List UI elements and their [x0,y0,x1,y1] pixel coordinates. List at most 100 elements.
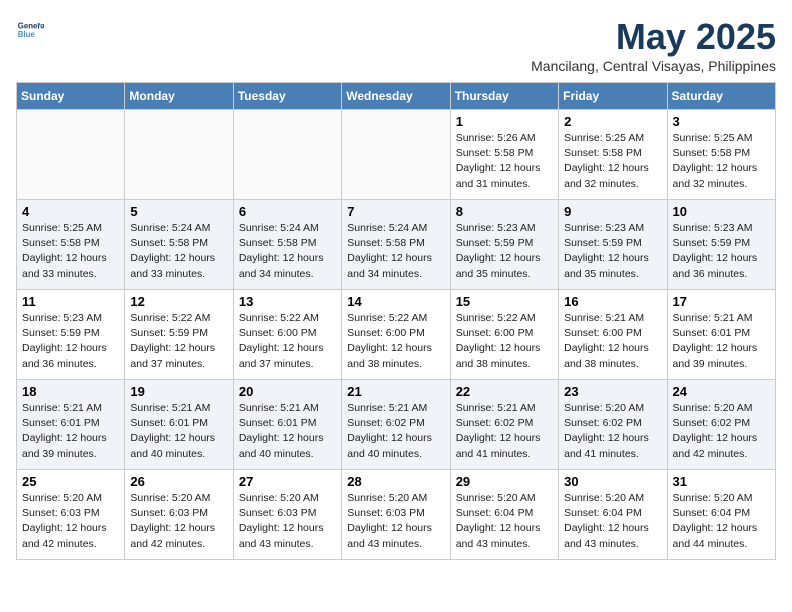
day-info: Sunrise: 5:22 AM Sunset: 6:00 PM Dayligh… [456,311,553,372]
day-number: 28 [347,474,444,489]
calendar-cell: 21 Sunrise: 5:21 AM Sunset: 6:02 PM Dayli… [342,380,450,470]
calendar-cell: 23Sunrise: 5:20 AM Sunset: 6:02 PM Dayli… [559,380,667,470]
calendar-cell: 8Sunrise: 5:23 AM Sunset: 5:59 PM Daylig… [450,200,558,290]
day-info: Sunrise: 5:20 AM Sunset: 6:02 PM Dayligh… [564,401,661,462]
calendar-cell: 28 Sunrise: 5:20 AM Sunset: 6:03 PM Dayli… [342,470,450,560]
day-info: Sunrise: 5:23 AM Sunset: 5:59 PM Dayligh… [564,221,661,282]
day-number: 5 [130,204,227,219]
day-number: 15 [456,294,553,309]
header-saturday: Saturday [667,83,775,110]
day-info: Sunrise: 5:20 AM Sunset: 6:03 PM Dayligh… [22,491,119,552]
day-info: Sunrise: 5:25 AM Sunset: 5:58 PM Dayligh… [22,221,119,282]
day-number: 26 [130,474,227,489]
day-info: Sunrise: 5:23 AM Sunset: 5:59 PM Dayligh… [22,311,119,372]
day-info: Sunrise: 5:20 AM Sunset: 6:04 PM Dayligh… [673,491,770,552]
day-number: 27 [239,474,336,489]
calendar-cell: 29Sunrise: 5:20 AM Sunset: 6:04 PM Dayli… [450,470,558,560]
day-number: 22 [456,384,553,399]
calendar-cell: 6 Sunrise: 5:24 AM Sunset: 5:58 PM Daylig… [233,200,341,290]
day-number: 30 [564,474,661,489]
day-number: 9 [564,204,661,219]
day-info: Sunrise: 5:20 AM Sunset: 6:04 PM Dayligh… [564,491,661,552]
subtitle: Mancilang, Central Visayas, Philippines [531,58,776,74]
calendar-week-4: 18 Sunrise: 5:21 AM Sunset: 6:01 PM Dayli… [17,380,776,470]
day-info: Sunrise: 5:23 AM Sunset: 5:59 PM Dayligh… [673,221,770,282]
day-number: 4 [22,204,119,219]
svg-text:Blue: Blue [18,30,36,39]
day-info: Sunrise: 5:21 AM Sunset: 6:02 PM Dayligh… [347,401,444,462]
calendar-cell: 1 Sunrise: 5:26 AM Sunset: 5:58 PM Daylig… [450,110,558,200]
header-sunday: Sunday [17,83,125,110]
day-info: Sunrise: 5:22 AM Sunset: 5:59 PM Dayligh… [130,311,227,372]
day-number: 14 [347,294,444,309]
day-number: 16 [564,294,661,309]
day-info: Sunrise: 5:20 AM Sunset: 6:02 PM Dayligh… [673,401,770,462]
day-info: Sunrise: 5:24 AM Sunset: 5:58 PM Dayligh… [239,221,336,282]
calendar-cell: 24 Sunrise: 5:20 AM Sunset: 6:02 PM Dayli… [667,380,775,470]
day-info: Sunrise: 5:21 AM Sunset: 6:01 PM Dayligh… [239,401,336,462]
day-info: Sunrise: 5:20 AM Sunset: 6:03 PM Dayligh… [347,491,444,552]
month-title: May 2025 [531,16,776,58]
day-info: Sunrise: 5:25 AM Sunset: 5:58 PM Dayligh… [673,131,770,192]
calendar-cell: 15 Sunrise: 5:22 AM Sunset: 6:00 PM Dayli… [450,290,558,380]
calendar-week-2: 4 Sunrise: 5:25 AM Sunset: 5:58 PM Daylig… [17,200,776,290]
calendar-cell: 2 Sunrise: 5:25 AM Sunset: 5:58 PM Daylig… [559,110,667,200]
calendar-cell [342,110,450,200]
day-number: 13 [239,294,336,309]
calendar-cell: 16 Sunrise: 5:21 AM Sunset: 6:00 PM Dayli… [559,290,667,380]
calendar-cell: 10Sunrise: 5:23 AM Sunset: 5:59 PM Dayli… [667,200,775,290]
day-number: 2 [564,114,661,129]
calendar-cell: 9 Sunrise: 5:23 AM Sunset: 5:59 PM Daylig… [559,200,667,290]
day-info: Sunrise: 5:21 AM Sunset: 6:01 PM Dayligh… [673,311,770,372]
header-friday: Friday [559,83,667,110]
day-number: 1 [456,114,553,129]
day-info: Sunrise: 5:22 AM Sunset: 6:00 PM Dayligh… [239,311,336,372]
calendar-cell: 25 Sunrise: 5:20 AM Sunset: 6:03 PM Dayli… [17,470,125,560]
title-area: May 2025 Mancilang, Central Visayas, Phi… [531,16,776,74]
day-info: Sunrise: 5:25 AM Sunset: 5:58 PM Dayligh… [564,131,661,192]
calendar-cell: 18 Sunrise: 5:21 AM Sunset: 6:01 PM Dayli… [17,380,125,470]
calendar-week-1: 1 Sunrise: 5:26 AM Sunset: 5:58 PM Daylig… [17,110,776,200]
day-info: Sunrise: 5:20 AM Sunset: 6:03 PM Dayligh… [130,491,227,552]
calendar-cell: 14 Sunrise: 5:22 AM Sunset: 6:00 PM Dayli… [342,290,450,380]
header-monday: Monday [125,83,233,110]
day-info: Sunrise: 5:21 AM Sunset: 6:02 PM Dayligh… [456,401,553,462]
logo-icon: General Blue [16,16,44,44]
calendar-table: Sunday Monday Tuesday Wednesday Thursday… [16,82,776,560]
day-info: Sunrise: 5:21 AM Sunset: 6:00 PM Dayligh… [564,311,661,372]
calendar-cell [233,110,341,200]
calendar-cell: 4 Sunrise: 5:25 AM Sunset: 5:58 PM Daylig… [17,200,125,290]
day-number: 31 [673,474,770,489]
day-number: 24 [673,384,770,399]
day-number: 18 [22,384,119,399]
day-info: Sunrise: 5:26 AM Sunset: 5:58 PM Dayligh… [456,131,553,192]
day-number: 12 [130,294,227,309]
day-number: 19 [130,384,227,399]
logo: General Blue [16,16,44,44]
calendar-cell: 30 Sunrise: 5:20 AM Sunset: 6:04 PM Dayli… [559,470,667,560]
day-info: Sunrise: 5:21 AM Sunset: 6:01 PM Dayligh… [22,401,119,462]
day-number: 3 [673,114,770,129]
day-number: 29 [456,474,553,489]
calendar-cell: 11Sunrise: 5:23 AM Sunset: 5:59 PM Dayli… [17,290,125,380]
calendar-cell [17,110,125,200]
day-info: Sunrise: 5:22 AM Sunset: 6:00 PM Dayligh… [347,311,444,372]
day-info: Sunrise: 5:20 AM Sunset: 6:03 PM Dayligh… [239,491,336,552]
calendar-header-row: Sunday Monday Tuesday Wednesday Thursday… [17,83,776,110]
calendar-cell: 17 Sunrise: 5:21 AM Sunset: 6:01 PM Dayli… [667,290,775,380]
calendar-cell: 7Sunrise: 5:24 AM Sunset: 5:58 PM Daylig… [342,200,450,290]
calendar-cell: 26 Sunrise: 5:20 AM Sunset: 6:03 PM Dayli… [125,470,233,560]
header-tuesday: Tuesday [233,83,341,110]
day-number: 6 [239,204,336,219]
calendar-cell: 12 Sunrise: 5:22 AM Sunset: 5:59 PM Dayli… [125,290,233,380]
day-number: 17 [673,294,770,309]
day-number: 21 [347,384,444,399]
day-number: 25 [22,474,119,489]
day-number: 7 [347,204,444,219]
calendar-cell: 5Sunrise: 5:24 AM Sunset: 5:58 PM Daylig… [125,200,233,290]
header-thursday: Thursday [450,83,558,110]
calendar-cell: 19Sunrise: 5:21 AM Sunset: 6:01 PM Dayli… [125,380,233,470]
day-info: Sunrise: 5:23 AM Sunset: 5:59 PM Dayligh… [456,221,553,282]
calendar-week-5: 25 Sunrise: 5:20 AM Sunset: 6:03 PM Dayli… [17,470,776,560]
calendar-cell: 22 Sunrise: 5:21 AM Sunset: 6:02 PM Dayli… [450,380,558,470]
